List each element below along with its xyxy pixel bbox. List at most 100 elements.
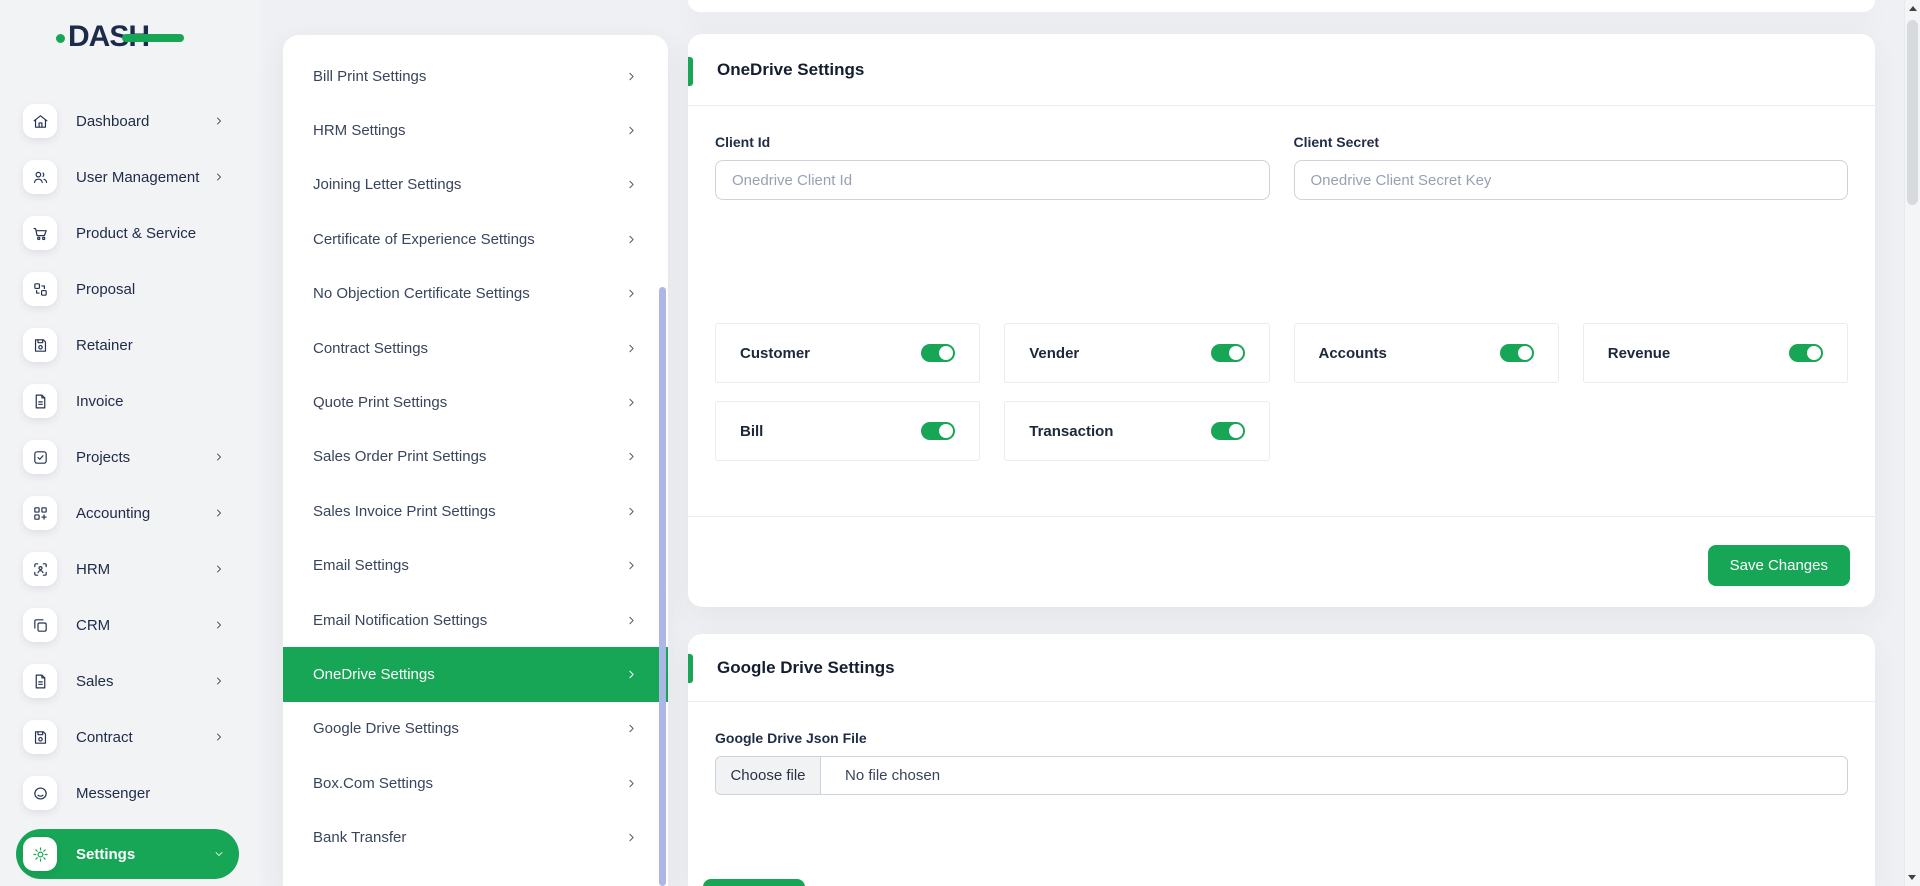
chevron-right-icon — [625, 831, 638, 844]
module-toggle-card-revenue: Revenue — [1583, 323, 1848, 383]
sidebar-item-messenger[interactable]: Messenger — [16, 773, 239, 813]
sidebar-item-hrm[interactable]: HRM — [16, 549, 239, 589]
settings-menu-item-box-com-settings[interactable]: Box.Com Settings — [283, 756, 668, 810]
sidebar-item-label: Retainer — [76, 337, 133, 354]
sidebar-item-label: Invoice — [76, 393, 124, 410]
toggle-switch[interactable] — [1500, 344, 1534, 362]
header-accent-bar — [688, 654, 693, 683]
save-icon — [23, 328, 57, 362]
settings-menu-scrollbar-thumb[interactable] — [659, 287, 666, 886]
client-secret-label: Client Secret — [1294, 134, 1849, 150]
settings-menu-item-email-settings[interactable]: Email Settings — [283, 539, 668, 593]
settings-menu-item-label: OneDrive Settings — [313, 666, 435, 683]
toggle-switch[interactable] — [921, 422, 955, 440]
settings-menu-item-no-objection-certificate-settings[interactable]: No Objection Certificate Settings — [283, 267, 668, 321]
chevron-right-icon — [625, 342, 638, 355]
sidebar-item-label: Accounting — [76, 505, 150, 522]
chevron-right-icon — [625, 614, 638, 627]
sidebar-item-label: Projects — [76, 449, 130, 466]
previous-card-partial — [688, 0, 1875, 12]
sidebar-item-contract[interactable]: Contract — [16, 717, 239, 757]
toggle-label: Revenue — [1608, 345, 1671, 362]
logo-bar — [122, 34, 184, 42]
browser-scrollbar[interactable] — [1904, 0, 1920, 886]
settings-menu-item-contract-settings[interactable]: Contract Settings — [283, 321, 668, 375]
section-title: Google Drive Settings — [717, 658, 895, 678]
onedrive-settings-card: OneDrive Settings Client Id Client Secre… — [688, 34, 1875, 607]
scrollbar-thumb[interactable] — [1907, 20, 1918, 205]
cart-icon — [23, 216, 57, 250]
sidebar-item-invoice[interactable]: Invoice — [16, 381, 239, 421]
settings-menu-item-onedrive-settings[interactable]: OneDrive Settings — [283, 647, 668, 701]
settings-menu-item-label: Email Settings — [313, 557, 409, 574]
module-toggle-card-vender: Vender — [1004, 323, 1269, 383]
settings-menu-item-certificate-of-experience-settings[interactable]: Certificate of Experience Settings — [283, 212, 668, 266]
check-square-icon — [23, 440, 57, 474]
settings-menu-item-label: Google Drive Settings — [313, 720, 459, 737]
sidebar-item-label: Sales — [76, 673, 114, 690]
sidebar-item-proposal[interactable]: Proposal — [16, 269, 239, 309]
settings-menu-item-email-notification-settings[interactable]: Email Notification Settings — [283, 593, 668, 647]
chevron-right-icon — [213, 115, 225, 127]
chevron-right-icon — [625, 450, 638, 463]
tab-accounting-partial[interactable]: Accounting — [703, 879, 805, 886]
sidebar-item-sales[interactable]: Sales — [16, 661, 239, 701]
toggle-switch[interactable] — [1789, 344, 1823, 362]
grid-plus-icon — [23, 496, 57, 530]
client-id-input[interactable] — [715, 160, 1270, 200]
settings-menu-item-joining-letter-settings[interactable]: Joining Letter Settings — [283, 158, 668, 212]
toggle-switch[interactable] — [921, 344, 955, 362]
toggle-switch[interactable] — [1211, 422, 1245, 440]
copy-icon — [23, 608, 57, 642]
credentials-form: Client Id Client Secret — [715, 134, 1848, 200]
settings-menu-item-google-drive-settings[interactable]: Google Drive Settings — [283, 702, 668, 756]
settings-menu-item-hrm-settings[interactable]: HRM Settings — [283, 103, 668, 157]
chevron-right-icon — [213, 675, 225, 687]
sidebar-item-crm[interactable]: CRM — [16, 605, 239, 645]
scrollbar-up-arrow-icon[interactable] — [1909, 6, 1917, 11]
settings-menu-item-label: Quote Print Settings — [313, 394, 447, 411]
sidebar-item-retainer[interactable]: Retainer — [16, 325, 239, 365]
toggle-switch[interactable] — [1211, 344, 1245, 362]
settings-menu-item-label: Email Notification Settings — [313, 612, 487, 629]
toggle-knob — [939, 346, 953, 360]
sidebar-item-label: Contract — [76, 729, 133, 746]
module-toggle-card-customer: Customer — [715, 323, 980, 383]
save-icon — [23, 720, 57, 754]
scrollbar-down-arrow-icon[interactable] — [1908, 875, 1916, 880]
sidebar-item-settings[interactable]: Settings — [16, 829, 239, 879]
sidebar-item-label: User Management — [76, 169, 199, 186]
app-logo: DASH — [56, 18, 196, 56]
sidebar-item-dashboard[interactable]: Dashboard — [16, 101, 239, 141]
logo-dot — [56, 34, 65, 43]
client-id-field-group: Client Id — [715, 134, 1270, 200]
save-changes-button[interactable]: Save Changes — [1708, 545, 1850, 586]
chevron-right-icon — [625, 396, 638, 409]
settings-menu-item-quote-print-settings[interactable]: Quote Print Settings — [283, 375, 668, 429]
settings-menu-item-barcode-settings[interactable]: Barcode Settings — [283, 865, 668, 886]
sidebar-item-accounting[interactable]: Accounting — [16, 493, 239, 533]
client-secret-input[interactable] — [1294, 160, 1849, 200]
users-icon — [23, 160, 57, 194]
choose-file-button[interactable]: Choose file — [716, 757, 821, 794]
chevron-right-icon — [625, 178, 638, 191]
settings-menu-item-bill-print-settings[interactable]: Bill Print Settings — [283, 49, 668, 103]
settings-menu-item-label: HRM Settings — [313, 122, 406, 139]
chevron-right-icon — [213, 731, 225, 743]
toggle-knob — [1518, 346, 1532, 360]
chevron-right-icon — [625, 559, 638, 572]
chevron-right-icon — [625, 70, 638, 83]
settings-menu-item-label: Joining Letter Settings — [313, 176, 461, 193]
sidebar-item-projects[interactable]: Projects — [16, 437, 239, 477]
sidebar-item-product-service[interactable]: Product & Service — [16, 213, 239, 253]
chevron-right-icon — [625, 722, 638, 735]
settings-menu-item-sales-order-print-settings[interactable]: Sales Order Print Settings — [283, 430, 668, 484]
sidebar-item-label: CRM — [76, 617, 110, 634]
settings-menu-item-sales-invoice-print-settings[interactable]: Sales Invoice Print Settings — [283, 484, 668, 538]
card-header: Google Drive Settings — [688, 634, 1875, 702]
settings-menu-item-bank-transfer[interactable]: Bank Transfer — [283, 810, 668, 864]
sidebar-item-user-management[interactable]: User Management — [16, 157, 239, 197]
chevron-right-icon — [625, 124, 638, 137]
toggle-label: Accounts — [1319, 345, 1387, 362]
toggle-label: Bill — [740, 423, 763, 440]
